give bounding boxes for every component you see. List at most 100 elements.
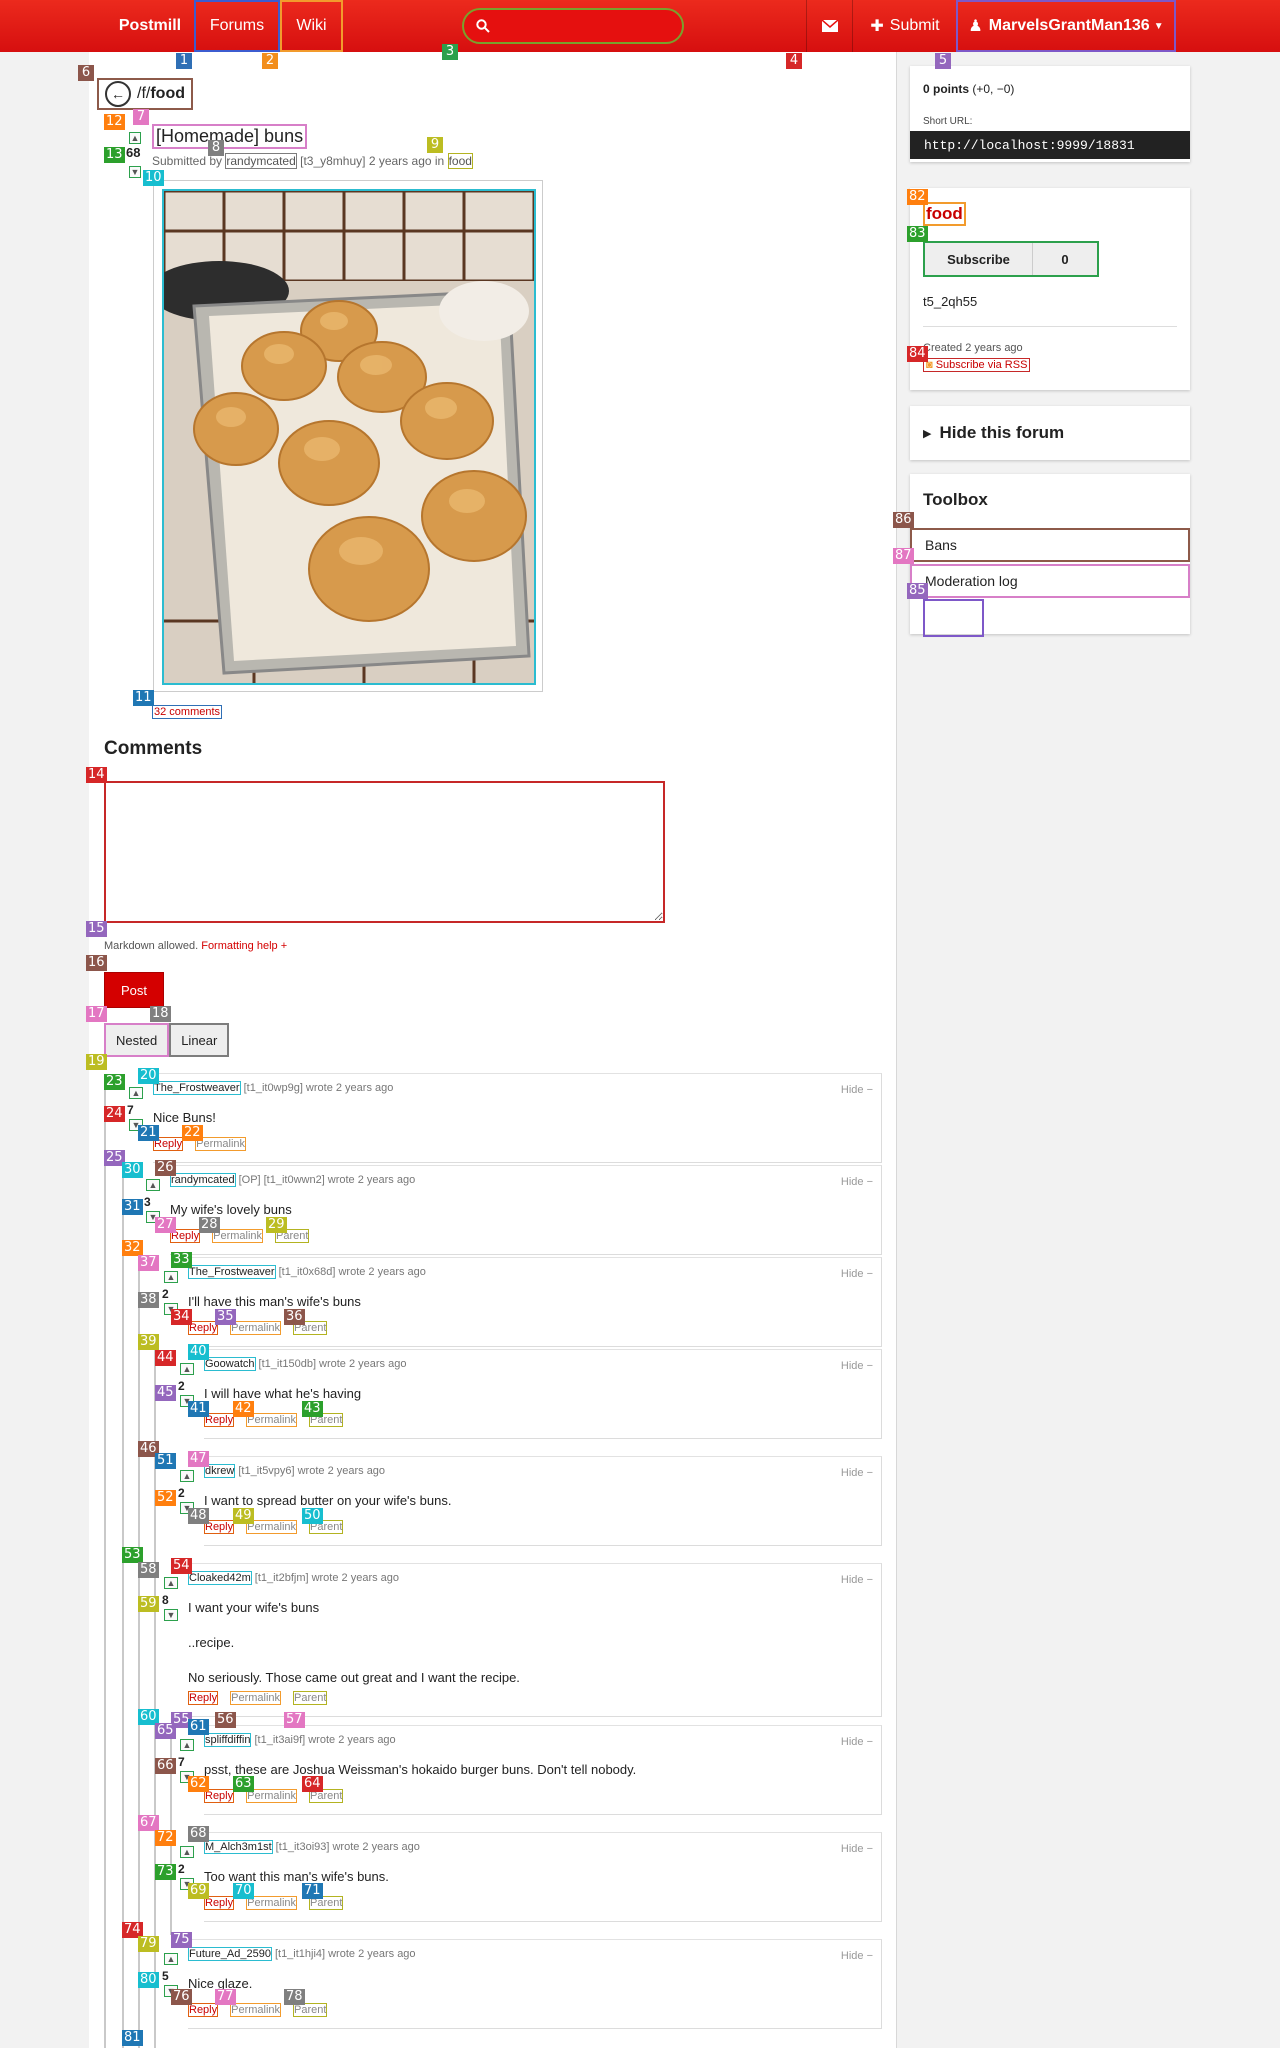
breadcrumb-forum[interactable]: food <box>150 85 185 103</box>
rss-link[interactable]: ◙ Subscribe via RSS <box>923 358 1031 372</box>
marker-label: 39 <box>138 1334 159 1350</box>
permalink-link[interactable]: Permalink <box>246 1520 298 1534</box>
upvote-icon[interactable]: ▲ <box>180 1846 194 1858</box>
downvote-icon[interactable]: ▼ <box>164 1609 178 1621</box>
submit-link[interactable]: ✚ Submit <box>857 0 953 52</box>
comment-author-link[interactable]: M_Alch3m1st <box>204 1840 273 1854</box>
comment-score: 7 <box>127 1103 134 1117</box>
username-label: MarvelsGrantMan136 <box>988 17 1150 34</box>
search-input[interactable] <box>496 17 666 35</box>
nested-view-button[interactable]: Nested <box>104 1023 170 1057</box>
user-icon: ♟ <box>968 18 983 35</box>
upvote-icon[interactable]: ▲ <box>180 1739 194 1751</box>
moderation-log-link[interactable]: Moderation log <box>910 564 1190 598</box>
back-arrow-icon[interactable]: ← <box>105 81 131 107</box>
hide-comment-link[interactable]: Hide − <box>841 1736 873 1748</box>
post-forum-link[interactable]: food <box>447 153 473 169</box>
marker-label: 41 <box>188 1401 209 1417</box>
upvote-icon[interactable]: ▲ <box>164 1953 178 1965</box>
reply-link[interactable]: Reply <box>188 2003 219 2017</box>
search-box[interactable] <box>462 8 684 44</box>
permalink-link[interactable]: Permalink <box>230 2003 282 2017</box>
breadcrumb[interactable]: ← /f/food <box>97 78 193 110</box>
marker-label: 5 <box>935 53 951 69</box>
comment-author-link[interactable]: randymcated <box>170 1173 236 1187</box>
linear-view-button[interactable]: Linear <box>169 1023 230 1057</box>
comment-author-link[interactable]: The_Frostweaver <box>188 1265 276 1279</box>
brand-link[interactable]: Postmill <box>100 0 200 52</box>
bans-link[interactable]: Bans <box>910 528 1190 562</box>
hide-comment-link[interactable]: Hide − <box>841 1467 873 1479</box>
hide-comment-link[interactable]: Hide − <box>841 1574 873 1586</box>
comment-author-link[interactable]: The_Frostweaver <box>153 1081 241 1095</box>
downvote-icon[interactable]: ▼ <box>129 166 141 178</box>
user-menu-button[interactable]: ♟ MarvelsGrantMan136 ▼ <box>956 0 1176 52</box>
permalink-link[interactable]: Permalink <box>246 1789 298 1803</box>
marker-label: 12 <box>104 114 125 130</box>
comment-author-link[interactable]: dkrew <box>204 1464 236 1478</box>
reply-link[interactable]: Reply <box>188 1321 219 1335</box>
upvote-icon[interactable]: ▲ <box>129 132 141 144</box>
post-comment-button[interactable]: Post <box>104 972 164 1008</box>
hide-comment-link[interactable]: Hide − <box>841 1843 873 1855</box>
comment-author-link[interactable]: Future_Ad_2590 <box>188 1947 272 1961</box>
comment-author-link[interactable]: Goowatch <box>204 1357 256 1371</box>
markdown-hint: Markdown allowed. Formatting help + <box>104 940 287 952</box>
marker-label: 37 <box>138 1255 159 1271</box>
comments-count-link[interactable]: 32 comments <box>152 705 223 719</box>
upvote-icon[interactable]: ▲ <box>146 1179 160 1191</box>
comment-score: 2 <box>178 1486 185 1500</box>
comment-header: M_Alch3m1st [t1_it3oi93] wrote 2 years ago <box>204 1840 420 1854</box>
envelope-icon <box>821 20 838 32</box>
marker-label: 10 <box>143 170 164 186</box>
permalink-link[interactable]: Permalink <box>230 1691 282 1705</box>
marker-label: 21 <box>138 1125 159 1141</box>
comment-id: [t1_it1hji4] <box>274 1948 326 1960</box>
permalink-link[interactable]: Permalink <box>246 1896 298 1910</box>
comment-textarea[interactable] <box>104 781 665 923</box>
comment-body-paragraph: psst, these are Joshua Weissman's hokaid… <box>204 1762 637 1777</box>
reply-link[interactable]: Reply <box>188 1691 219 1705</box>
marker-label: 16 <box>86 955 107 971</box>
hide-comment-link[interactable]: Hide − <box>841 1360 873 1372</box>
hide-comment-link[interactable]: Hide − <box>841 1176 873 1188</box>
upvote-icon[interactable]: ▲ <box>129 1087 143 1099</box>
marker-label: 85 <box>907 583 928 599</box>
nav-forums-link[interactable]: Forums <box>194 0 280 52</box>
hide-comment-link[interactable]: Hide − <box>841 1268 873 1280</box>
forum-name-link[interactable]: food <box>923 202 966 226</box>
subscriber-count: 0 <box>1061 251 1069 267</box>
upvote-icon[interactable]: ▲ <box>164 1271 178 1283</box>
marker-label: 36 <box>284 1309 305 1325</box>
upvote-icon[interactable]: ▲ <box>164 1577 178 1589</box>
permalink-link[interactable]: Permalink <box>212 1229 264 1243</box>
comment: Future_Ad_2590 [t1_it1hji4] wrote 2 years … <box>188 1939 882 2029</box>
permalink-link[interactable]: Permalink <box>230 1321 282 1335</box>
post-author-link[interactable]: randymcated <box>225 153 297 169</box>
comment: Cloaked42m [t1_it2bfjm] wrote 2 years ago H… <box>188 1563 882 1717</box>
permalink-link[interactable]: Permalink <box>195 1137 247 1151</box>
subscribe-button[interactable]: Subscribe 0 <box>923 241 1099 277</box>
short-url-field[interactable]: http://localhost:9999/18831 <box>910 131 1190 159</box>
formatting-help-link[interactable]: Formatting help + <box>201 940 287 952</box>
comment-author-link[interactable]: spliffdiffin <box>204 1733 252 1747</box>
toolbox-empty-slot[interactable] <box>923 599 984 637</box>
hide-comment-link[interactable]: Hide − <box>841 1950 873 1962</box>
marker-label: 62 <box>188 1776 209 1792</box>
upvote-icon[interactable]: ▲ <box>180 1363 194 1375</box>
nav-wiki-link[interactable]: Wiki <box>280 0 343 52</box>
parent-link[interactable]: Parent <box>293 1691 328 1705</box>
post-title[interactable]: [Homemade] buns <box>152 124 308 149</box>
post-image[interactable] <box>162 189 536 685</box>
messages-button[interactable] <box>806 0 853 52</box>
hide-forum-toggle[interactable]: ▶ Hide this forum <box>910 406 1190 460</box>
comment-header: The_Frostweaver [t1_it0wp9g] wrote 2 years… <box>153 1081 393 1095</box>
comment-author-link[interactable]: Cloaked42m <box>188 1571 252 1585</box>
upvote-icon[interactable]: ▲ <box>180 1470 194 1482</box>
hide-comment-link[interactable]: Hide − <box>841 1084 873 1096</box>
parent-link[interactable]: Parent <box>293 2003 328 2017</box>
permalink-link[interactable]: Permalink <box>246 1413 298 1427</box>
marker-label: 66 <box>155 1758 176 1774</box>
marker-label: 50 <box>302 1508 323 1524</box>
marker-label: 24 <box>104 1106 125 1122</box>
